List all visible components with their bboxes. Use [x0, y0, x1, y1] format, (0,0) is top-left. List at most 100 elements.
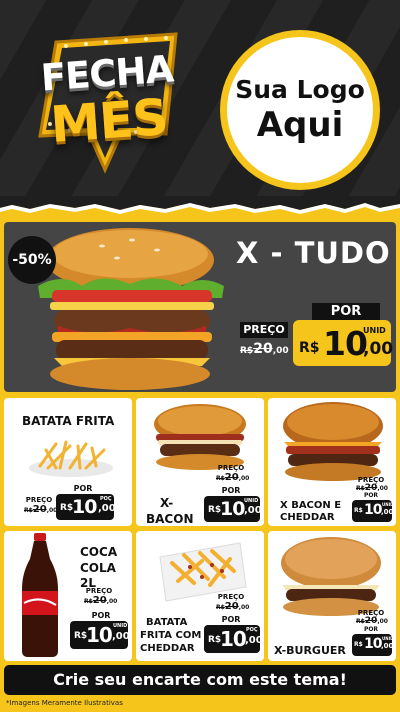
x-tudo-burger-image	[38, 228, 224, 390]
logo-text-line2: Aqui	[256, 105, 344, 145]
old-price: R$20,00	[216, 472, 249, 483]
old-price-cents: ,00	[106, 598, 118, 605]
product-name-line2: BACON	[146, 512, 194, 526]
hero-old-price-label: PREÇO	[240, 322, 288, 338]
price-box: R$ 10 UNID ,00	[204, 496, 262, 522]
price-amount: 10	[220, 627, 247, 651]
old-price-cents: ,00	[377, 618, 388, 625]
old-price-amount: 20	[224, 472, 239, 483]
disclaimer-note: *Imagens Meramente Ilustrativas	[6, 699, 123, 707]
hero-price-currency: R$	[299, 340, 320, 356]
old-price-cents: ,00	[377, 485, 388, 492]
price-box: R$ 10 UNID ,00	[352, 500, 394, 522]
price-unit: POÇ	[100, 496, 112, 502]
product-card-x-bacon[interactable]: X- BACON PREÇO R$20,00 POR R$ 10 UNID ,0…	[136, 398, 264, 526]
fecha-mes-badge: FECHA MÊS	[26, 24, 184, 174]
product-name-line2: FRITA COM	[140, 630, 202, 641]
product-name-line1: COCA	[80, 545, 118, 559]
hero-old-cents: ,00	[272, 346, 289, 356]
price-box: R$ 10 POÇ ,00	[204, 625, 263, 653]
old-price-currency: R$	[216, 475, 225, 482]
torn-edge-divider	[0, 196, 400, 214]
price-cents: ,00	[112, 631, 130, 642]
product-card-x-burguer[interactable]: X-BURGUER PREÇO R$20,00 POR R$ 10 UNID ,…	[268, 531, 396, 661]
old-price-label: PREÇO	[85, 587, 113, 595]
product-name: BATATA FRITA	[22, 414, 115, 428]
hero-product-title: X - TUDO	[236, 236, 391, 270]
old-price-currency: R$	[216, 604, 225, 611]
price-unit: UNID	[113, 623, 128, 629]
price-amount: 10	[220, 498, 245, 520]
por-label: POR	[363, 492, 379, 499]
product-card-coca-cola[interactable]: COCA COLA 2L PREÇO R$20,00 POR R$ 10 UNI…	[4, 531, 132, 661]
price-cents: ,00	[245, 635, 263, 646]
old-price-amount: 20	[32, 504, 47, 515]
old-price-label: PREÇO	[217, 464, 245, 472]
hero-price-cents: ,00	[363, 339, 394, 359]
old-price-currency: R$	[24, 507, 33, 514]
old-price-label: PREÇO	[217, 593, 245, 601]
price-cents: ,00	[381, 508, 394, 516]
logo-placeholder: Sua Logo Aqui	[220, 30, 380, 190]
por-label: POR	[88, 611, 114, 620]
old-price-amount: 20	[224, 601, 239, 612]
old-price-label: PREÇO	[25, 496, 53, 504]
product-name-line1: X-	[160, 496, 174, 510]
badge-title-line2: MÊS	[48, 87, 170, 155]
old-price: R$20,00	[216, 601, 249, 612]
old-price-cents: ,00	[238, 475, 250, 482]
price-box: R$ 10 UNID ,00	[352, 634, 394, 656]
fries-image	[29, 440, 113, 477]
cta-banner[interactable]: Crie seu encarte com este tema!	[4, 665, 396, 695]
old-price-amount: 20	[92, 595, 107, 606]
logo-text-line1: Sua Logo	[235, 75, 365, 104]
old-price: R$20,00	[356, 616, 388, 626]
por-label: POR	[218, 615, 244, 624]
price-amount: 10	[364, 636, 383, 652]
price-unit: UNID	[382, 502, 394, 507]
x-bacon-cheddar-burger-image	[283, 402, 383, 481]
hero-old-amount: 20	[253, 341, 273, 357]
old-price-currency: R$	[84, 598, 93, 605]
price-cents: ,00	[244, 505, 262, 516]
price-unit: UNID	[382, 636, 394, 641]
price-amount: 10	[86, 623, 113, 647]
hero-price-unit: UNID	[363, 326, 386, 335]
por-label: POR	[70, 484, 96, 493]
old-price-currency: R$	[356, 485, 365, 492]
hero-old-price: R$20,00	[240, 341, 295, 357]
price-cents: ,00	[381, 642, 394, 650]
product-name-line1: X BACON E	[280, 500, 342, 511]
price-unit: UNID	[244, 498, 259, 504]
price-amount: 10	[72, 496, 97, 518]
price-box: R$ 10 POÇ ,00	[56, 494, 116, 520]
hero-por-label: POR	[312, 303, 380, 321]
por-label: POR	[218, 486, 244, 495]
product-name-line3: CHEDDAR	[140, 643, 195, 654]
x-bacon-burger-image	[154, 404, 246, 470]
product-card-x-bacon-cheddar[interactable]: X BACON E CHEDDAR PREÇO R$20,00 POR R$ 1…	[268, 398, 396, 526]
product-card-batata-cheddar[interactable]: BATATA FRITA COM CHEDDAR PREÇO R$20,00 P…	[136, 531, 264, 661]
price-currency: R$	[354, 507, 363, 514]
hero-price-box: R$ 10 UNID ,00	[293, 320, 394, 366]
product-name-line2: CHEDDAR	[280, 512, 335, 523]
old-price: R$20,00	[84, 595, 117, 606]
price-amount: 10	[364, 502, 383, 518]
discount-badge: -50%	[8, 236, 56, 284]
header: FECHA MÊS Sua Logo Aqui	[0, 0, 400, 205]
old-price-amount: 20	[364, 616, 378, 626]
price-cents: ,00	[98, 503, 116, 514]
product-card-batata-frita[interactable]: BATATA FRITA PREÇO R$20,00 POR R$ 10 POÇ…	[4, 398, 132, 526]
product-name-line1: BATATA	[146, 617, 188, 628]
price-currency: R$	[354, 641, 363, 648]
x-burguer-image	[281, 537, 381, 616]
por-label: POR	[363, 626, 379, 633]
price-unit: POÇ	[246, 627, 258, 633]
coca-cola-bottle-image	[22, 533, 58, 657]
price-box: R$ 10 UNID ,00	[70, 621, 130, 649]
old-price-cents: ,00	[238, 604, 250, 611]
product-name: X-BURGUER	[274, 644, 346, 657]
old-price: R$20,00	[24, 504, 57, 515]
hero-old-currency: R$	[240, 346, 254, 356]
old-price-currency: R$	[356, 618, 365, 625]
